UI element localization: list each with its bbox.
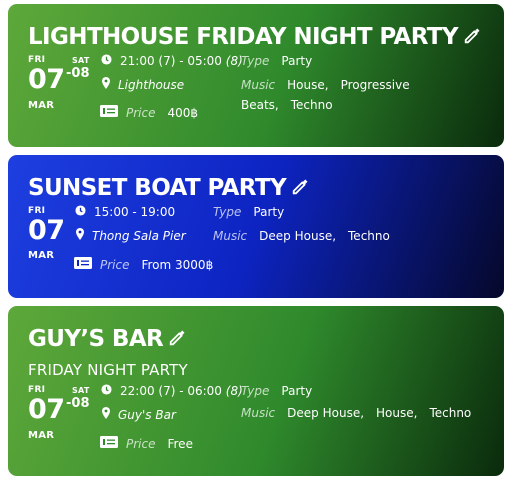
music-genre: Techno [429,406,472,420]
music-row: Music Deep House, Techno [213,226,493,246]
event-title-text[interactable]: LIGHTHOUSE FRIDAY NIGHT PARTY [28,24,459,50]
event-location[interactable]: Guy's Bar [118,408,176,422]
end-day: -08 [66,66,90,81]
pencil-icon[interactable] [291,176,309,202]
music-label: Music [213,229,248,243]
music-genre: House, [376,406,418,420]
event-card-lighthouse[interactable]: LIGHTHOUSE FRIDAY NIGHT PARTY FRI SAT 07… [8,4,504,147]
clock-icon [75,205,86,219]
event-type: Party [253,205,285,219]
event-price: Free [167,436,193,451]
month: MAR [28,430,55,441]
event-subtitle: FRIDAY NIGHT PARTY [28,361,188,379]
clock-icon [101,384,112,398]
event-card-guys-bar[interactable]: GUY’S BAR FRIDAY NIGHT PARTY FRI SAT 07 … [8,306,504,476]
pencil-icon[interactable] [168,327,186,353]
cash-icon [100,105,118,120]
music-genre: Techno [348,229,390,243]
pencil-icon[interactable] [463,25,481,51]
music-genre: Techno [290,98,333,112]
start-day: 07 [28,64,65,95]
price-row: Price From 3000฿ [74,257,213,272]
location-row[interactable]: Thong Sala Pier [76,228,186,243]
event-price: From 3000฿ [141,257,214,272]
location-row[interactable]: Lighthouse [102,77,184,92]
type-row: Type Party [241,384,312,398]
event-title[interactable]: GUY’S BAR [28,326,186,353]
price-row: Price Free [100,436,193,451]
price-row: Price 400฿ [100,105,198,120]
type-label: Type [241,54,270,68]
event-location[interactable]: Lighthouse [118,78,184,92]
type-label: Type [241,384,270,398]
month: MAR [28,250,55,261]
map-pin-icon [76,228,84,243]
event-price: 400฿ [167,105,199,120]
price-label: Price [126,436,156,451]
start-day: 07 [28,215,65,246]
type-row: Type Party [241,54,312,68]
event-type: Party [281,54,313,68]
event-type: Party [281,384,313,398]
type-row: Type Party [213,205,284,219]
type-label: Type [213,205,242,219]
time-row: 22:00 (7) - 06:00 (8) [101,384,243,398]
map-pin-icon [102,407,110,422]
event-time: 21:00 (7) - 05:00 [120,54,222,68]
cash-icon [100,436,118,451]
price-label: Price [126,105,156,120]
time-row: 21:00 (7) - 05:00 (8) [101,54,243,68]
end-weekday: SAT [72,56,90,65]
end-weekday: SAT [72,386,90,395]
end-day: -08 [66,396,90,411]
event-title-text[interactable]: SUNSET BOAT PARTY [28,175,287,201]
event-title[interactable]: LIGHTHOUSE FRIDAY NIGHT PARTY [28,24,481,51]
location-row[interactable]: Guy's Bar [102,407,176,422]
event-card-sunset-boat[interactable]: SUNSET BOAT PARTY FRI 07 MAR 15:00 - 19:… [8,155,504,298]
event-title[interactable]: SUNSET BOAT PARTY [28,175,309,202]
music-genre: Deep House, [259,229,337,243]
music-row: Music House, Progressive Beats, Techno [241,75,481,115]
clock-icon [101,54,112,68]
event-time: 22:00 (7) - 06:00 [120,384,222,398]
music-label: Music [241,406,276,420]
event-title-text[interactable]: GUY’S BAR [28,326,164,352]
time-row: 15:00 - 19:00 [75,205,175,219]
music-genre: Deep House, [287,406,365,420]
map-pin-icon [102,77,110,92]
price-label: Price [100,257,130,272]
music-row: Music Deep House, House, Techno [241,403,501,423]
event-time: 15:00 - 19:00 [94,205,176,219]
music-label: Music [241,78,276,92]
music-genre: House, [287,78,329,92]
event-location[interactable]: Thong Sala Pier [92,229,186,243]
cash-icon [74,257,92,272]
start-day: 07 [28,394,65,425]
month: MAR [28,100,55,111]
